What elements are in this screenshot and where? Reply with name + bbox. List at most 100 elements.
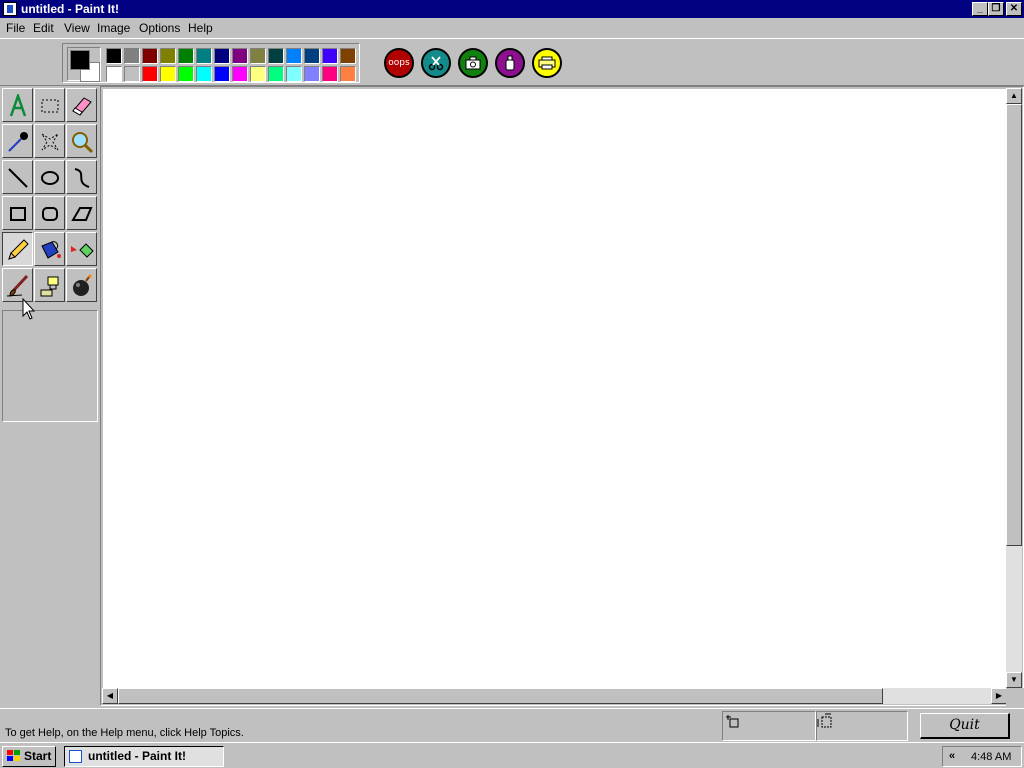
text-tool[interactable] — [2, 88, 33, 122]
start-button[interactable]: Start — [2, 746, 56, 767]
color-swatch[interactable] — [322, 66, 338, 82]
taskbar-app-label: untitled - Paint It! — [88, 749, 186, 763]
current-colors — [67, 47, 101, 82]
copy-camera-button[interactable] — [458, 48, 488, 78]
scroll-corner — [1006, 688, 1024, 706]
menu-file[interactable]: File — [6, 21, 25, 35]
cut-button[interactable] — [421, 48, 451, 78]
rounded-rectangle-icon — [42, 207, 58, 221]
paint-bucket-tool[interactable] — [34, 232, 65, 266]
magnifier-icon — [72, 132, 94, 154]
camera-icon — [465, 56, 481, 70]
menu-view[interactable]: View — [64, 21, 90, 35]
rounded-rect-tool[interactable] — [34, 196, 65, 230]
select-tool[interactable] — [34, 88, 65, 122]
color-swatch[interactable] — [250, 48, 266, 64]
drawing-canvas[interactable] — [103, 89, 1006, 688]
eraser-tool[interactable] — [66, 88, 97, 122]
cursor-position-panel — [722, 711, 816, 741]
color-swatch[interactable] — [196, 66, 212, 82]
horizontal-scroll-thumb[interactable] — [118, 688, 883, 704]
eyedropper-tool[interactable] — [2, 124, 33, 158]
curve-tool[interactable] — [66, 160, 97, 194]
paint-bucket-icon — [41, 241, 61, 259]
color-swatch[interactable] — [286, 48, 302, 64]
color-swatch[interactable] — [160, 66, 176, 82]
menu-bar: File Edit View Image Options Help — [0, 18, 1024, 38]
stamp-icon — [40, 276, 59, 297]
color-swatch[interactable] — [214, 48, 230, 64]
minimize-button[interactable]: _ — [972, 2, 988, 16]
color-swatch[interactable] — [340, 66, 356, 82]
color-swatch[interactable] — [214, 66, 230, 82]
oops-undo-button[interactable]: oops — [384, 48, 414, 78]
eraser-icon — [72, 97, 92, 116]
app-icon[interactable] — [3, 2, 17, 16]
color-swatch[interactable] — [322, 48, 338, 64]
window-title: untitled - Paint It! — [21, 2, 119, 16]
paste-button[interactable] — [495, 48, 525, 78]
color-swatch[interactable] — [142, 66, 158, 82]
ellipse-icon — [41, 171, 59, 185]
clock[interactable]: 4:48 AM — [971, 751, 1011, 763]
color-swatch[interactable] — [304, 66, 320, 82]
color-swatch[interactable] — [196, 48, 212, 64]
scroll-down-arrow-icon[interactable]: ▼ — [1006, 672, 1022, 688]
system-tray: « 4:48 AM — [942, 746, 1022, 767]
brush-tool[interactable] — [2, 268, 33, 302]
letter-a-icon — [9, 94, 27, 117]
color-swatch[interactable] — [124, 48, 140, 64]
brush-icon — [6, 274, 29, 297]
color-swatch[interactable] — [268, 66, 284, 82]
quit-button[interactable]: Quit — [920, 713, 1010, 739]
foreground-color[interactable] — [70, 50, 90, 70]
tray-expand-icon[interactable]: « — [949, 750, 955, 762]
menu-edit[interactable]: Edit — [33, 21, 54, 35]
rectangle-icon — [10, 207, 26, 221]
paste-jar-icon — [505, 55, 515, 71]
stamp-tool[interactable] — [34, 268, 65, 302]
tool-options-box — [2, 310, 98, 422]
taskbar-app-button[interactable]: untitled - Paint It! — [64, 746, 224, 767]
color-swatch[interactable] — [232, 48, 248, 64]
color-swatch[interactable] — [178, 48, 194, 64]
menu-image[interactable]: Image — [97, 21, 130, 35]
pencil-tool[interactable] — [2, 232, 33, 266]
menu-options[interactable]: Options — [139, 21, 180, 35]
vertical-scrollbar[interactable]: ▲ ▼ — [1006, 88, 1022, 689]
color-swatch[interactable] — [268, 48, 284, 64]
maximize-button[interactable]: ❐ — [988, 2, 1004, 16]
free-select-icon — [41, 133, 59, 151]
line-tool[interactable] — [2, 160, 33, 194]
color-swatch[interactable] — [232, 66, 248, 82]
color-swatch[interactable] — [106, 66, 122, 82]
magnifier-tool[interactable] — [66, 124, 97, 158]
print-button[interactable] — [532, 48, 562, 78]
horizontal-scrollbar[interactable]: ◀ ▶ — [102, 688, 1007, 704]
scroll-up-arrow-icon[interactable]: ▲ — [1006, 88, 1022, 104]
color-swatch[interactable] — [304, 48, 320, 64]
bomb-tool[interactable] — [66, 268, 97, 302]
color-swatch[interactable] — [160, 48, 176, 64]
color-swatch[interactable] — [286, 66, 302, 82]
scroll-right-arrow-icon[interactable]: ▶ — [991, 688, 1007, 704]
color-swatch[interactable] — [124, 66, 140, 82]
ellipse-tool[interactable] — [34, 160, 65, 194]
scroll-left-arrow-icon[interactable]: ◀ — [102, 688, 118, 704]
paint-app-icon — [69, 750, 82, 763]
color-swatch[interactable] — [106, 48, 122, 64]
color-swatch[interactable] — [142, 48, 158, 64]
color-swatch[interactable] — [178, 66, 194, 82]
rectangle-tool[interactable] — [2, 196, 33, 230]
vertical-scroll-thumb[interactable] — [1006, 104, 1022, 546]
color-swatch[interactable] — [250, 66, 266, 82]
free-select-tool[interactable] — [34, 124, 65, 158]
polygon-tool[interactable] — [66, 196, 97, 230]
selection-size-icon — [817, 713, 832, 728]
menu-help[interactable]: Help — [188, 21, 213, 35]
color-swatch[interactable] — [340, 48, 356, 64]
spray-can-tool[interactable] — [66, 232, 97, 266]
close-button[interactable]: ✕ — [1006, 2, 1022, 16]
title-bar[interactable]: untitled - Paint It! _ ❐ ✕ — [0, 0, 1024, 18]
toolbar: oops — [0, 38, 1024, 86]
